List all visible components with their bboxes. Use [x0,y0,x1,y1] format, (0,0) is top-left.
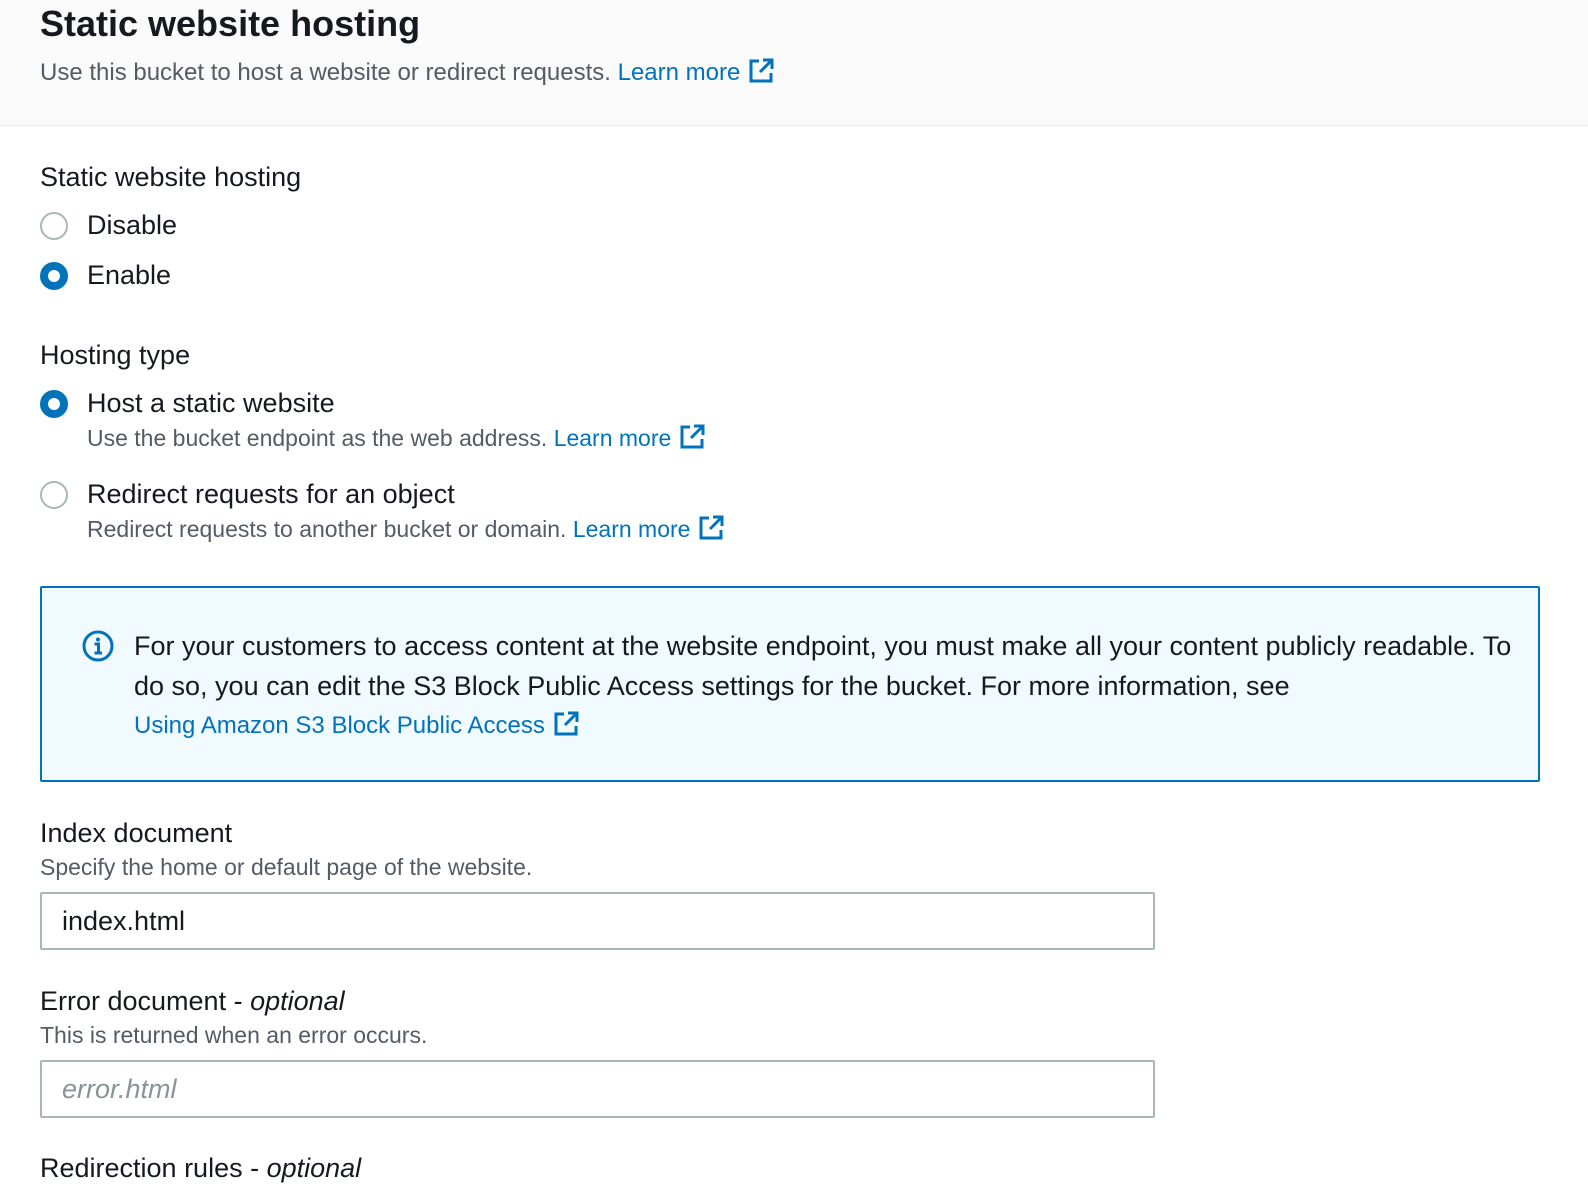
redirection-rules-label: Redirection rules - optional [40,1150,361,1186]
redirect-learn-more-label: Learn more [572,516,691,542]
host-static-learn-more-label: Learn more [553,425,672,451]
redirection-rules-label-text: Redirection rules - [40,1153,267,1183]
block-public-access-link-label: Using Amazon S3 Block Public Access [134,712,545,739]
error-document-description: This is returned when an error occurs. [40,1022,428,1048]
radio-host-static-website-label: Host a static website [87,388,335,418]
page-header: Static website hosting Use this bucket t… [0,0,1588,126]
redirection-rules-optional-label: optional [266,1153,362,1183]
error-document-optional-label: optional [250,986,345,1016]
error-document-label: Error document - optional [40,983,345,1019]
error-document-input[interactable] [40,1060,1155,1118]
info-icon [82,630,114,662]
external-link-icon [554,711,579,736]
block-public-access-link[interactable]: Using Amazon S3 Block Public Access [134,706,1514,746]
page-title: Static website hosting [40,3,421,44]
radio-redirect-requests-label: Redirect requests for an object [87,479,455,509]
index-document-label: Index document [40,818,233,848]
external-link-icon [680,424,705,449]
external-link-icon [749,58,774,83]
hosting-toggle-label: Static website hosting [40,162,302,192]
radio-disable-label: Disable [87,210,178,240]
radio-enable-control[interactable] [40,262,68,290]
index-document-description: Specify the home or default page of the … [40,854,533,880]
host-static-description-text: Use the bucket endpoint as the web addre… [87,425,548,451]
info-alert: For your customers to access content at … [40,586,1540,782]
header-learn-more-link[interactable]: Learn more [617,58,775,86]
radio-host-static-website-description: Use the bucket endpoint as the web addre… [87,422,705,454]
header-description-text: Use this bucket to host a website or red… [40,59,611,86]
info-alert-message: For your customers to access content at … [134,631,1512,701]
redirect-learn-more-link[interactable]: Learn more [572,515,725,542]
radio-host-static-website-control[interactable] [40,390,68,418]
radio-redirect-requests-control[interactable] [40,481,68,509]
host-static-learn-more-link[interactable]: Learn more [553,424,706,451]
external-link-icon [699,515,724,540]
radio-disable-control[interactable] [40,212,68,240]
header-description: Use this bucket to host a website or red… [40,56,774,90]
radio-redirect-requests-description: Redirect requests to another bucket or d… [87,513,724,545]
index-document-input[interactable] [40,892,1155,950]
hosting-type-label: Hosting type [40,340,191,370]
info-alert-text: For your customers to access content at … [134,626,1514,746]
header-learn-more-label: Learn more [617,59,741,86]
redirect-description-text: Redirect requests to another bucket or d… [87,516,567,542]
radio-enable-label: Enable [87,260,172,290]
error-document-label-text: Error document - [40,986,251,1016]
